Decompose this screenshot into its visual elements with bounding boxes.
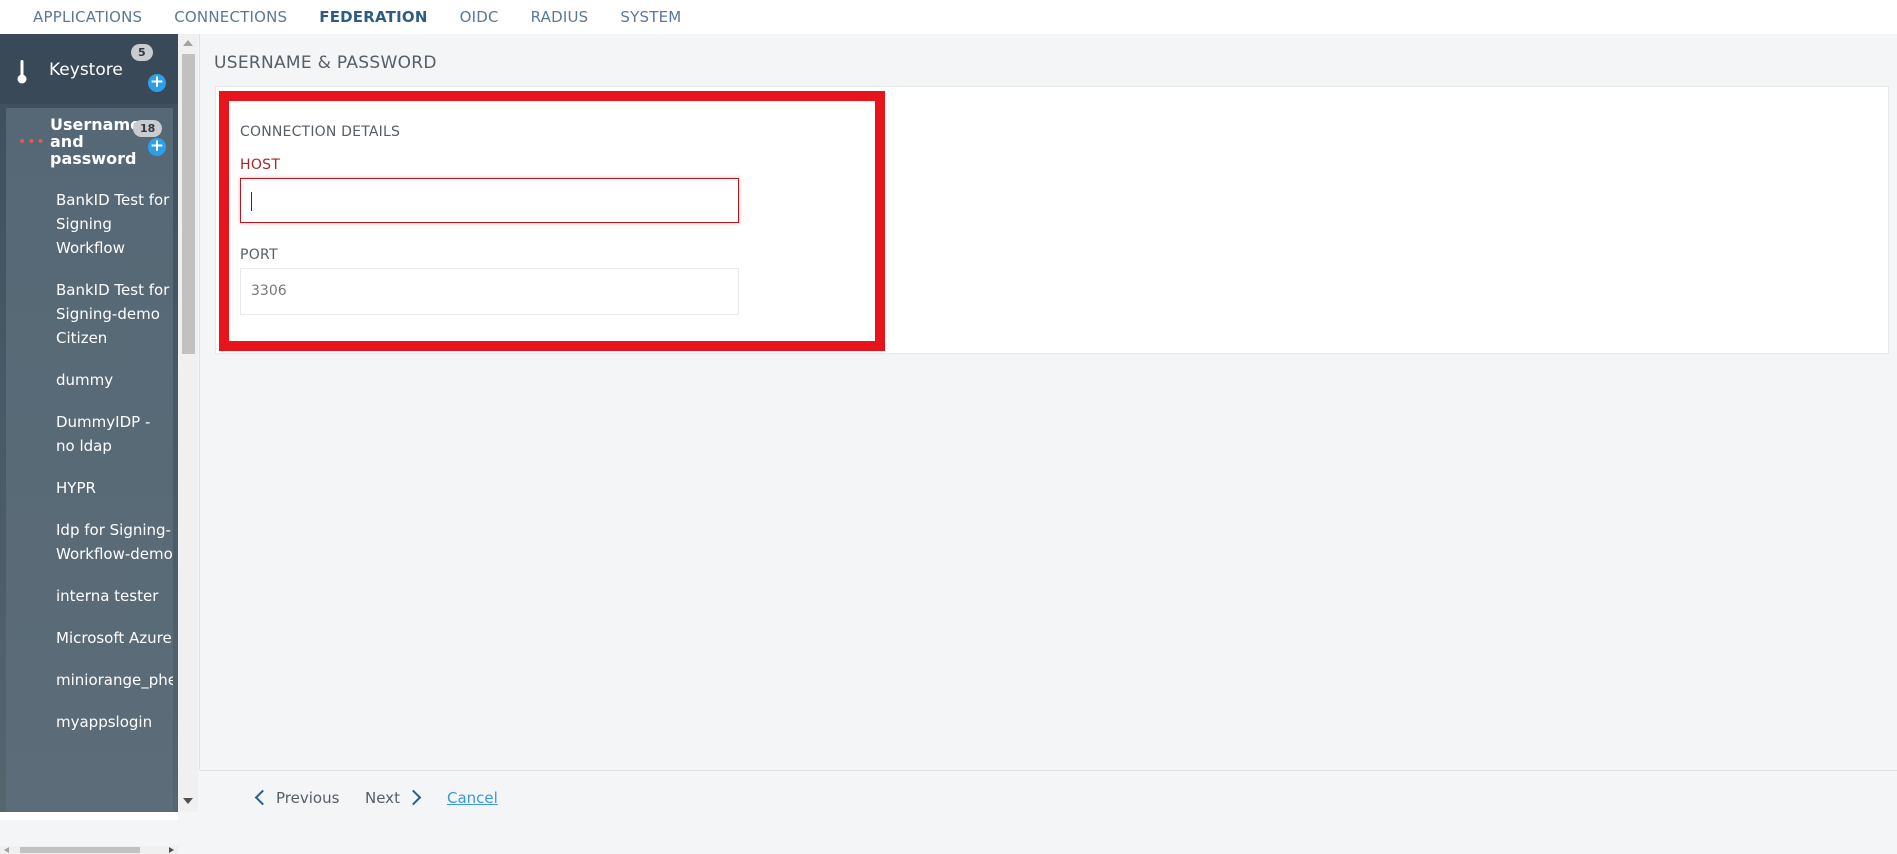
plus-icon[interactable]: +	[148, 138, 166, 156]
sidebar-horizontal-scrollbar[interactable]	[0, 846, 178, 854]
footer-divider	[200, 770, 1897, 771]
top-nav: APPLICATIONS CONNECTIONS FEDERATION OIDC…	[0, 0, 1897, 34]
divider	[199, 34, 200, 770]
next-button[interactable]: Next	[365, 789, 422, 807]
scroll-down-icon[interactable]	[183, 798, 193, 804]
list-item[interactable]: myappslogin	[56, 710, 173, 734]
tab-connections[interactable]: CONNECTIONS	[174, 8, 287, 26]
tab-applications[interactable]: APPLICATIONS	[33, 8, 142, 26]
plus-icon[interactable]: +	[148, 74, 166, 92]
previous-label: Previous	[276, 789, 340, 807]
sidebar-group-label[interactable]: Username and password	[50, 116, 141, 167]
cancel-button[interactable]: Cancel	[447, 789, 498, 807]
scrollbar-thumb[interactable]	[20, 847, 140, 853]
sidebar-item-keystore[interactable]: Keystore 5 +	[0, 34, 178, 104]
scroll-left-icon[interactable]	[4, 847, 9, 853]
sidebar-group-username-password: ••• Username and password 18 + BankID Te…	[6, 108, 173, 812]
tab-system[interactable]: SYSTEM	[620, 8, 681, 26]
thermometer-icon	[17, 60, 27, 84]
list-item[interactable]: interna tester	[56, 584, 173, 608]
chevron-left-icon	[254, 789, 271, 806]
section-title: CONNECTION DETAILS	[240, 124, 401, 140]
page-title: USERNAME & PASSWORD	[214, 53, 437, 73]
list-item[interactable]: DummyIDP - no ldap	[56, 410, 173, 458]
list-item[interactable]: BankID Test for Signing-demo Citizen	[56, 278, 173, 350]
sidebar: Keystore 5 + ••• Username and password 1…	[0, 34, 178, 854]
sidebar-panel: Keystore 5 + ••• Username and password 1…	[0, 34, 178, 812]
tab-oidc[interactable]: OIDC	[460, 8, 499, 26]
scroll-right-icon[interactable]	[169, 847, 174, 853]
previous-button[interactable]: Previous	[254, 789, 340, 807]
tab-radius[interactable]: RADIUS	[531, 8, 589, 26]
port-label: PORT	[240, 247, 278, 263]
dots-icon[interactable]: •••	[18, 134, 46, 150]
list-item[interactable]: Microsoft Azure	[56, 626, 173, 650]
sidebar-vertical-scrollbar[interactable]	[178, 34, 198, 812]
list-item[interactable]: HYPR	[56, 476, 173, 500]
tab-federation[interactable]: FEDERATION	[319, 8, 427, 26]
count-badge: 5	[131, 44, 153, 61]
port-input[interactable]: 3306	[240, 268, 739, 315]
host-label: HOST	[240, 157, 281, 173]
list-item[interactable]: BankID Test for Signing Workflow	[56, 188, 173, 260]
chevron-right-icon	[405, 789, 422, 806]
list-item[interactable]: miniorange_phen	[56, 668, 173, 692]
sidebar-item-label: Keystore	[49, 60, 123, 80]
text-caret	[251, 192, 252, 211]
sidebar-list: BankID Test for Signing Workflow BankID …	[56, 188, 173, 752]
list-item[interactable]: Idp for Signing-Workflow-demo	[56, 518, 173, 566]
host-input[interactable]	[240, 178, 739, 223]
count-badge: 18	[133, 120, 163, 137]
next-label: Next	[365, 789, 400, 807]
list-item[interactable]: dummy	[56, 368, 173, 392]
scroll-up-icon[interactable]	[183, 40, 193, 46]
scrollbar-thumb[interactable]	[182, 54, 195, 354]
